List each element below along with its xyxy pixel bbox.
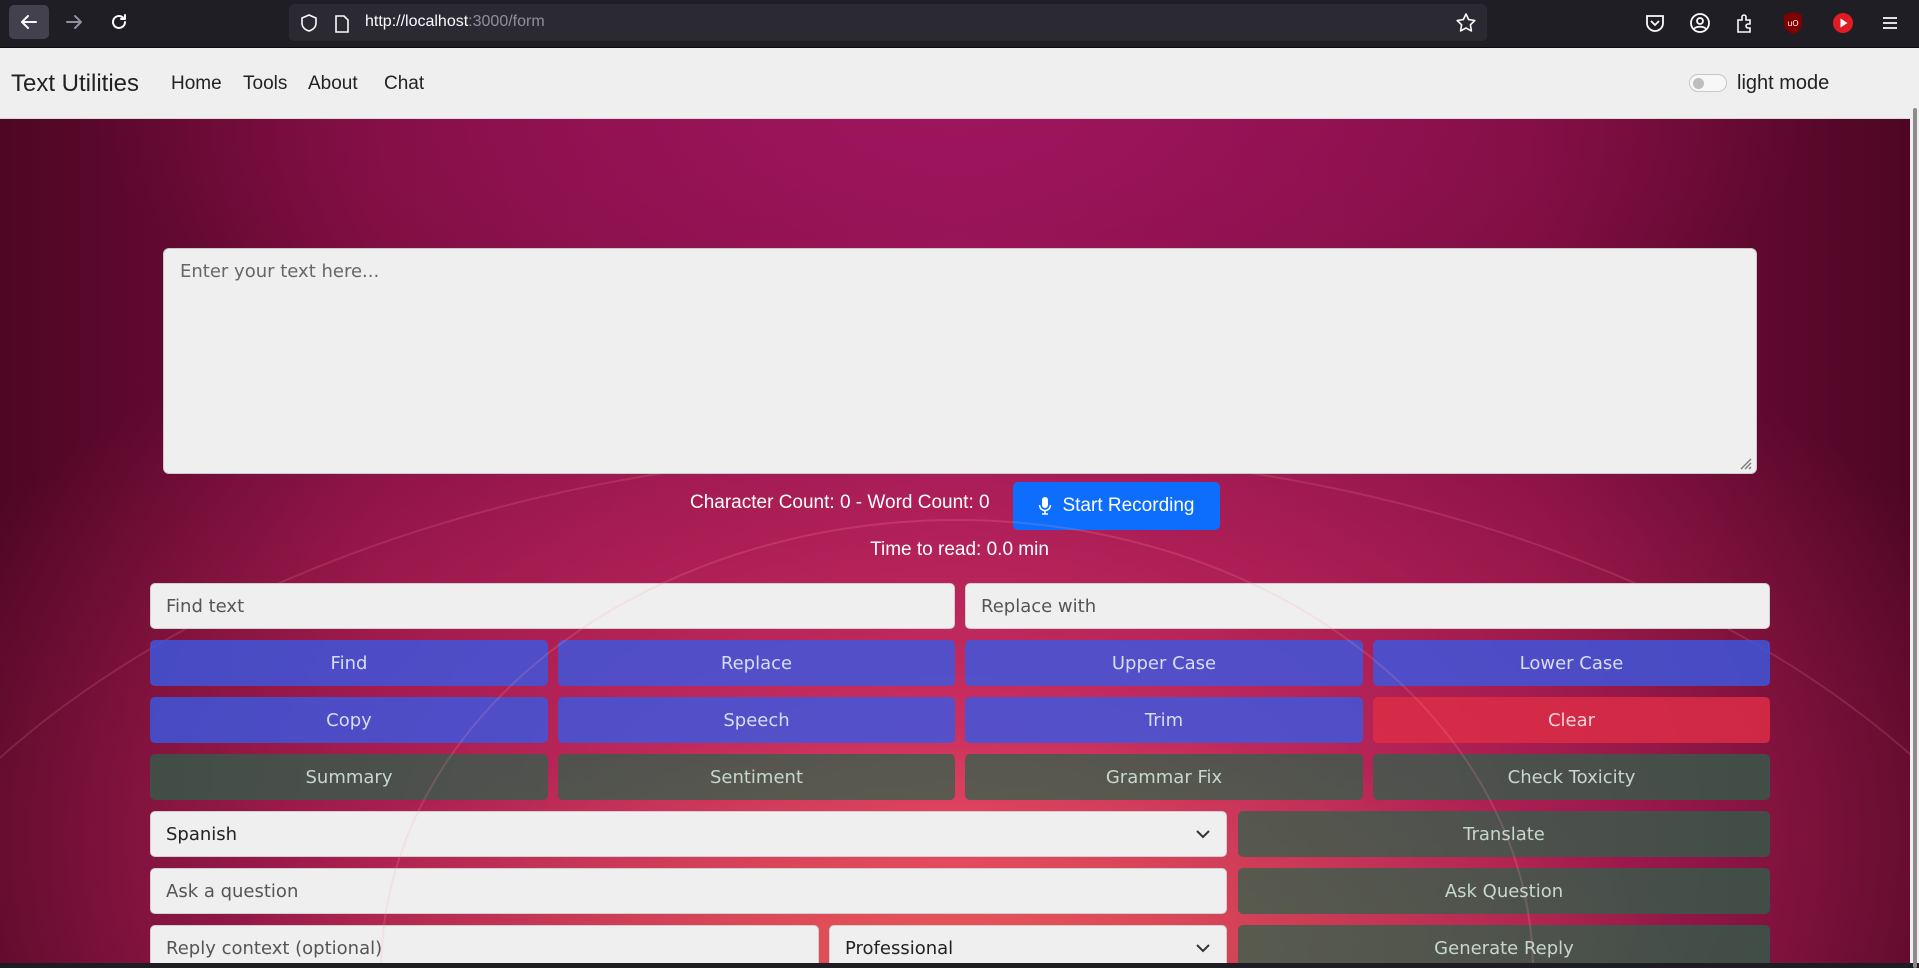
page-scrollbar[interactable] — [1910, 48, 1919, 968]
nav-link-home[interactable]: Home — [171, 73, 222, 95]
chevron-down-icon — [1196, 830, 1210, 839]
generate-reply-button[interactable]: Generate Reply — [1238, 925, 1770, 963]
nav-link-tools[interactable]: Tools — [243, 73, 287, 95]
ask-question-button[interactable]: Ask Question — [1238, 868, 1770, 914]
account-icon[interactable] — [1686, 9, 1714, 37]
summary-button[interactable]: Summary — [150, 754, 548, 800]
microphone-icon — [1039, 497, 1052, 515]
character-word-count: Character Count: 0 - Word Count: 0 — [690, 492, 990, 513]
text-input-area[interactable] — [163, 248, 1757, 474]
tone-select[interactable]: Professional — [829, 925, 1227, 963]
url-text[interactable]: http://localhost:3000/form — [365, 13, 545, 31]
ublock-icon[interactable]: uO — [1779, 9, 1807, 37]
browser-toolbar: http://localhost:3000/form uO — [0, 0, 1919, 48]
app-navbar: Text Utilities Home Tools About Chat lig… — [0, 48, 1919, 119]
arrow-right-icon — [66, 15, 82, 29]
mode-toggle-switch[interactable] — [1689, 74, 1727, 92]
menu-icon[interactable] — [1876, 9, 1904, 37]
upper-case-button[interactable]: Upper Case — [965, 640, 1363, 686]
reply-context-input[interactable] — [150, 925, 819, 963]
replace-button[interactable]: Replace — [558, 640, 955, 686]
language-select[interactable]: Spanish — [150, 811, 1227, 857]
back-button[interactable] — [9, 5, 49, 39]
url-host: http://localhost — [365, 13, 469, 30]
reload-icon — [112, 14, 126, 29]
grammar-fix-button[interactable]: Grammar Fix — [965, 754, 1363, 800]
youtube-icon[interactable] — [1829, 9, 1857, 37]
read-time: Time to read: 0.0 min — [870, 539, 1049, 560]
find-button[interactable]: Find — [150, 640, 548, 686]
reload-button[interactable] — [99, 5, 139, 39]
pocket-icon[interactable] — [1641, 9, 1669, 37]
bookmark-star-icon[interactable] — [1455, 12, 1477, 34]
language-select-value: Spanish — [166, 823, 238, 845]
chevron-down-icon — [1196, 944, 1210, 953]
resize-handle-icon[interactable] — [1738, 456, 1752, 470]
translate-button[interactable]: Translate — [1238, 811, 1770, 857]
speech-button[interactable]: Speech — [558, 697, 955, 743]
replace-with-input[interactable] — [965, 583, 1770, 629]
check-toxicity-button[interactable]: Check Toxicity — [1373, 754, 1770, 800]
copy-button[interactable]: Copy — [150, 697, 548, 743]
clear-button[interactable]: Clear — [1373, 697, 1770, 743]
ask-question-input[interactable] — [150, 868, 1227, 914]
mode-toggle-label: light mode — [1737, 72, 1830, 94]
start-recording-label: Start Recording — [1062, 495, 1195, 516]
main-content: Character Count: 0 - Word Count: 0 Start… — [0, 119, 1910, 963]
nav-link-chat[interactable]: Chat — [384, 73, 424, 95]
arrow-left-icon — [21, 15, 37, 29]
nav-link-about[interactable]: About — [308, 73, 358, 95]
brand-logo[interactable]: Text Utilities — [11, 70, 139, 98]
start-recording-button[interactable]: Start Recording — [1013, 482, 1220, 530]
url-path: :3000/form — [468, 13, 545, 30]
shield-icon[interactable] — [299, 13, 319, 33]
extensions-icon[interactable] — [1731, 9, 1759, 37]
forward-button[interactable] — [54, 5, 94, 39]
page-icon — [335, 15, 349, 33]
lower-case-button[interactable]: Lower Case — [1373, 640, 1770, 686]
scrollbar-thumb[interactable] — [1913, 108, 1917, 968]
tone-select-value: Professional — [845, 937, 954, 959]
svg-text:uO: uO — [1787, 19, 1798, 28]
url-bar[interactable]: http://localhost:3000/form — [289, 4, 1487, 41]
sentiment-button[interactable]: Sentiment — [558, 754, 955, 800]
find-text-input[interactable] — [150, 583, 955, 629]
toggle-knob — [1693, 78, 1704, 89]
trim-button[interactable]: Trim — [965, 697, 1363, 743]
